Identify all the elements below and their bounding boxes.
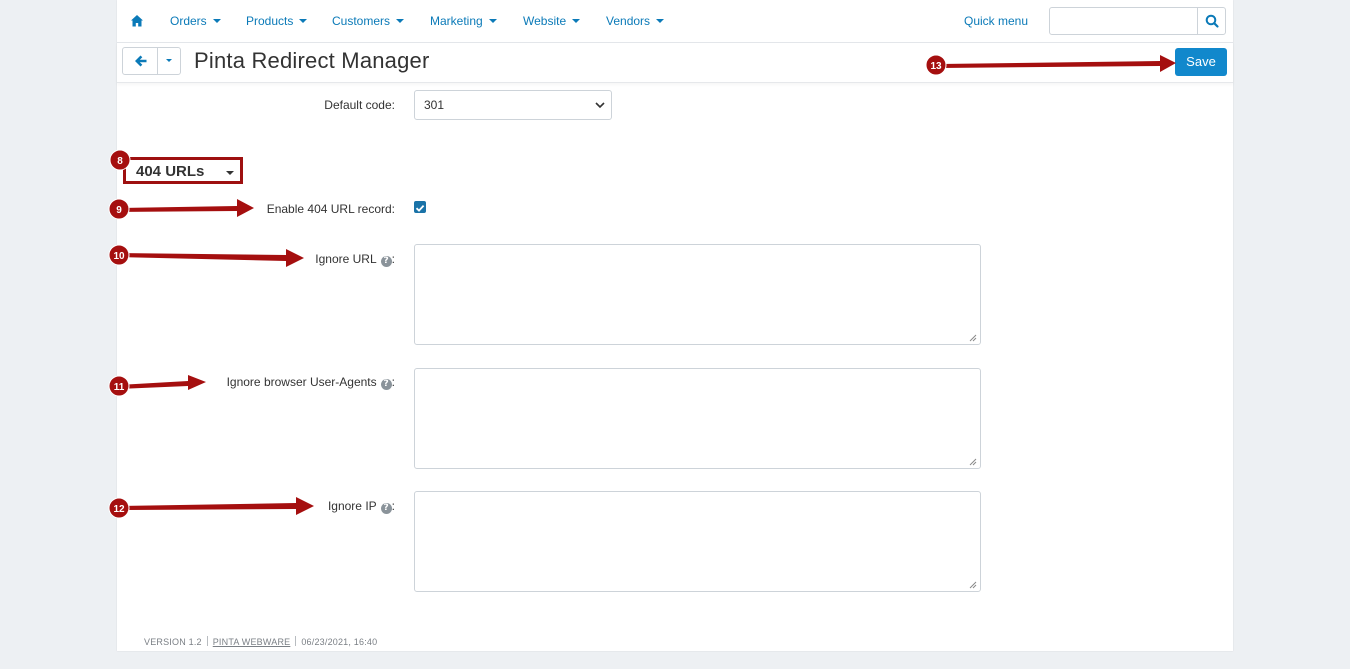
- nav-website-label: Website: [523, 14, 567, 28]
- default-code-label: Default code:: [324, 98, 395, 112]
- ignore-user-agents-label-row: Ignore browser User-Agents?:: [227, 375, 395, 390]
- nav-products[interactable]: Products: [246, 14, 308, 28]
- nav-products-label: Products: [246, 14, 294, 28]
- footer-divider: [295, 636, 297, 646]
- chevron-down-icon: [396, 19, 405, 23]
- chevron-down-icon: [212, 19, 221, 23]
- section-404-urls-toggle[interactable]: 404 URLs: [123, 157, 243, 184]
- arrow-left-icon: [135, 55, 147, 67]
- nav-website[interactable]: Website: [523, 14, 581, 28]
- chevron-down-icon: [656, 19, 665, 23]
- footer: VERSION 1.2 PINTA WEBWARE 06/23/2021, 16:4…: [144, 636, 377, 647]
- section-title: 404 URLs: [136, 163, 205, 180]
- nav-vendors-label: Vendors: [606, 14, 651, 28]
- footer-divider: [206, 636, 208, 646]
- help-icon[interactable]: ?: [380, 503, 392, 514]
- nav-customers[interactable]: Customers: [332, 14, 405, 28]
- enable-404-label: Enable 404 URL record:: [266, 202, 395, 216]
- home-icon[interactable]: [130, 14, 144, 28]
- search-button[interactable]: [1197, 8, 1225, 34]
- chevron-down-icon: [299, 19, 308, 23]
- ignore-user-agents-textarea[interactable]: [414, 368, 981, 469]
- label-colon: :: [391, 499, 395, 513]
- default-code-value: 301: [424, 98, 445, 112]
- ignore-url-label-row: Ignore URL?:: [315, 252, 395, 267]
- default-code-select[interactable]: 301: [414, 90, 612, 120]
- nav-orders-label: Orders: [170, 14, 207, 28]
- checkmark-icon: [415, 204, 425, 212]
- nav-marketing-label: Marketing: [430, 14, 483, 28]
- chevron-down-icon: [595, 102, 605, 109]
- main-panel: Orders Products Customers Marketing Webs…: [117, 0, 1233, 651]
- back-button[interactable]: [123, 48, 158, 74]
- help-icon[interactable]: ?: [380, 379, 392, 390]
- ignore-url-label: Ignore URL: [315, 252, 377, 266]
- nav-customers-label: Customers: [332, 14, 391, 28]
- version-text: VERSION 1.2: [144, 637, 202, 647]
- vendor-link[interactable]: PINTA WEBWARE: [213, 637, 291, 647]
- enable-404-checkbox[interactable]: [414, 201, 426, 213]
- top-navigation: Orders Products Customers Marketing Webs…: [117, 0, 1233, 43]
- nav-orders[interactable]: Orders: [170, 14, 221, 28]
- label-colon: :: [391, 252, 395, 266]
- ignore-ip-label-row: Ignore IP?:: [328, 499, 395, 514]
- history-dropdown-toggle[interactable]: [158, 48, 180, 74]
- search-input[interactable]: [1050, 8, 1198, 34]
- search-box: [1049, 7, 1226, 35]
- chevron-down-icon: [572, 19, 581, 23]
- page-title: Pinta Redirect Manager: [194, 48, 430, 73]
- ignore-ip-label: Ignore IP: [327, 499, 377, 513]
- back-button-group: [122, 47, 181, 75]
- nav-marketing[interactable]: Marketing: [430, 14, 497, 28]
- label-colon: :: [391, 375, 395, 389]
- ignore-ip-textarea[interactable]: [414, 491, 981, 592]
- help-icon[interactable]: ?: [380, 256, 392, 267]
- nav-vendors[interactable]: Vendors: [606, 14, 665, 28]
- save-button[interactable]: Save: [1175, 48, 1227, 76]
- search-icon: [1205, 14, 1219, 28]
- chevron-down-icon: [226, 171, 234, 175]
- ignore-url-textarea[interactable]: [414, 244, 981, 345]
- timestamp-text: 06/23/2021, 16:40: [301, 637, 378, 647]
- chevron-down-icon: [166, 59, 172, 62]
- page-header: Pinta Redirect Manager Save: [117, 42, 1233, 83]
- chevron-down-icon: [488, 19, 497, 23]
- quick-menu-link[interactable]: Quick menu: [964, 14, 1028, 28]
- ignore-user-agents-label: Ignore browser User-Agents: [226, 375, 377, 389]
